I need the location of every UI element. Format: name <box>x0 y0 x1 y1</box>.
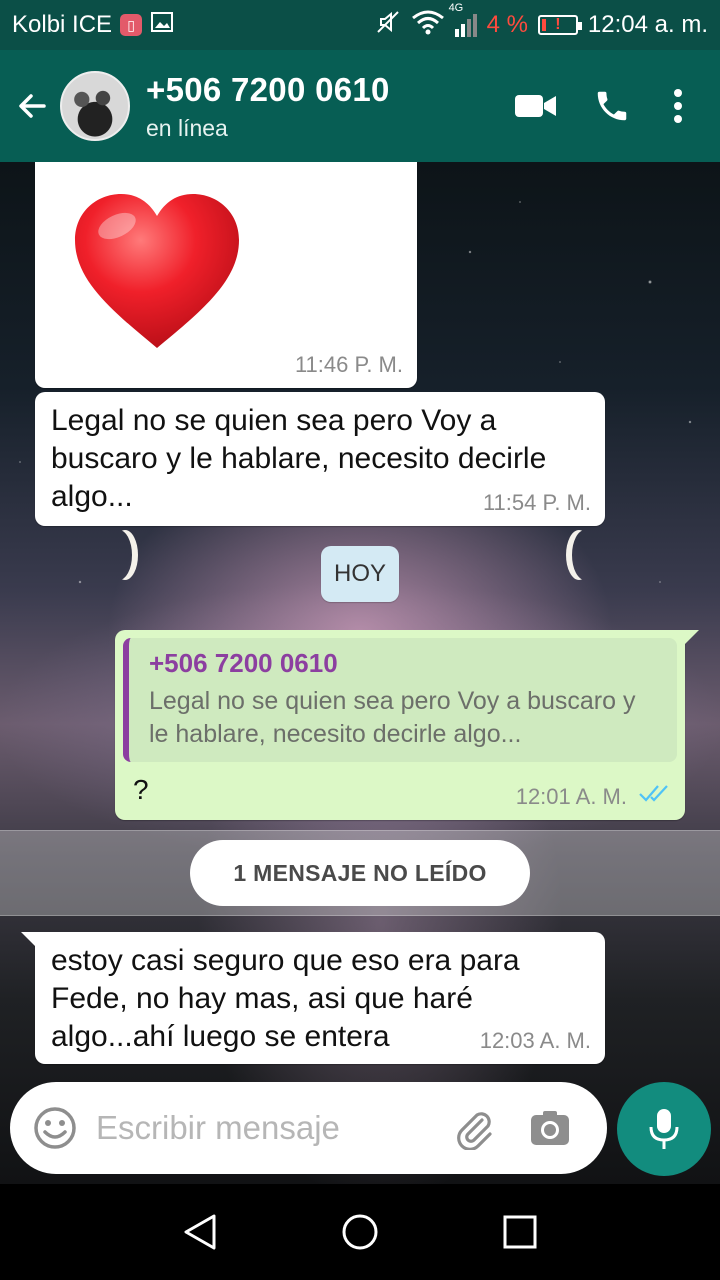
emoji-button[interactable] <box>30 1103 80 1153</box>
network-type: 4G <box>448 1 464 14</box>
nav-recents-button[interactable] <box>480 1192 560 1272</box>
unread-divider: 1 MENSAJE NO LEÍDO <box>190 840 530 906</box>
square-recents-icon <box>503 1215 537 1249</box>
clock: 12:04 a. m. <box>587 11 708 38</box>
message-time: 11:54 P. M. <box>482 490 591 515</box>
carrier-name: Kolbi ICE <box>12 11 113 38</box>
camera-icon <box>531 1111 569 1145</box>
camera-button[interactable] <box>520 1098 580 1158</box>
signal-icon: 4G <box>449 2 477 37</box>
status-bar: Kolbi ICE ▯ 4G 4 % ! 12:04 a. m. <box>0 0 720 50</box>
date-divider: HOY <box>321 546 399 602</box>
bubble-tail <box>683 630 699 646</box>
notification-icon: ▯ <box>120 14 143 36</box>
contact-info[interactable]: +506 7200 0610 en línea <box>146 71 390 142</box>
system-navigation-bar <box>0 1184 720 1280</box>
more-options-button[interactable] <box>650 76 706 136</box>
message-bubble-incoming[interactable]: estoy casi seguro que eso era para Fede,… <box>21 932 605 1064</box>
red-heart-icon <box>71 192 243 352</box>
voice-message-button[interactable] <box>617 1082 711 1176</box>
quoted-message[interactable]: +506 7200 0610 Legal no se quien sea per… <box>123 638 677 762</box>
paperclip-icon <box>457 1112 492 1150</box>
contact-avatar[interactable] <box>60 71 130 141</box>
video-call-button[interactable] <box>498 76 574 136</box>
circle-home-icon <box>342 1214 378 1250</box>
bubble-tail <box>21 932 37 948</box>
double-check-icon <box>639 783 671 808</box>
message-composer <box>10 1082 607 1174</box>
wifi-icon <box>411 9 445 42</box>
triangle-back-icon <box>184 1214 216 1250</box>
message-bubble-incoming[interactable]: 11:46 P. M. <box>35 162 417 388</box>
message-time: 11:46 P. M. <box>294 352 403 377</box>
message-input[interactable] <box>96 1098 426 1158</box>
chat-area[interactable]: 11:46 P. M. Legal no se quien sea pero V… <box>0 162 720 1184</box>
message-text: ? <box>133 774 149 805</box>
message-bubble-incoming[interactable]: Legal no se quien sea pero Voy a buscaro… <box>35 392 605 526</box>
chat-header: +506 7200 0610 en línea <box>0 50 720 162</box>
more-vertical-icon <box>674 89 682 123</box>
nav-back-button[interactable] <box>160 1192 240 1272</box>
back-button[interactable] <box>4 76 60 136</box>
battery-percent: 4 % <box>486 11 528 38</box>
smiley-icon <box>34 1107 76 1149</box>
quoted-text: Legal no se quien sea pero Voy a buscaro… <box>149 687 636 748</box>
arrow-left-icon <box>19 94 46 118</box>
crescent-moon-decoration <box>566 530 592 580</box>
message-bubble-outgoing[interactable]: +506 7200 0610 Legal no se quien sea per… <box>115 630 699 820</box>
message-time: 12:01 A. M. <box>515 784 627 809</box>
attach-button[interactable] <box>444 1098 504 1158</box>
nav-home-button[interactable] <box>320 1192 400 1272</box>
contact-name: +506 7200 0610 <box>146 70 390 108</box>
microphone-icon <box>649 1109 679 1149</box>
message-time: 12:03 A. M. <box>479 1028 591 1053</box>
contact-status: en línea <box>146 114 228 141</box>
phone-icon <box>597 91 627 121</box>
mute-icon <box>375 9 401 42</box>
video-camera-icon <box>515 95 556 117</box>
quoted-author: +506 7200 0610 <box>149 648 338 678</box>
crescent-moon-decoration <box>112 530 138 580</box>
gallery-icon <box>150 10 174 41</box>
battery-icon: ! <box>537 15 582 35</box>
voice-call-button[interactable] <box>574 76 650 136</box>
